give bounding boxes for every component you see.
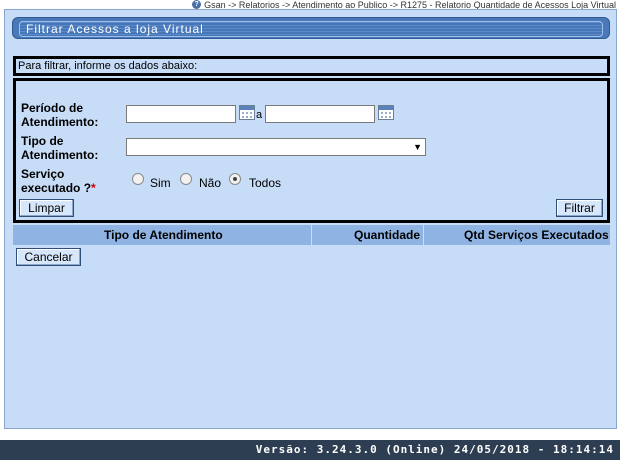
tipo-atendimento-select[interactable]: ▼ (126, 138, 426, 156)
required-mark: * (91, 181, 96, 195)
results-table-header: Tipo de Atendimento Quantidade Qtd Servi… (13, 225, 610, 245)
calendar-icon[interactable] (239, 105, 255, 120)
radio-todos-label: Todos (249, 176, 282, 190)
column-divider (423, 225, 424, 245)
radio-nao-label: Não (199, 176, 222, 190)
column-qtd-servicos: Qtd Serviços Executados (464, 228, 609, 242)
periodo-inicio-input[interactable] (126, 105, 236, 123)
periodo-label-line2: Atendimento: (21, 115, 99, 129)
radio-todos[interactable] (229, 173, 241, 185)
radio-sim-label: Sim (150, 176, 171, 190)
window-title-bar: Filtrar Acessos a loja Virtual (12, 17, 610, 39)
help-icon[interactable]: ? (192, 0, 202, 9)
periodo-label: Período de Atendimento: (21, 101, 98, 129)
calendar-icon[interactable] (378, 105, 394, 120)
tipo-label-line2: Atendimento: (21, 148, 99, 162)
page-title: Filtrar Acessos a loja Virtual (26, 22, 204, 36)
column-quantidade: Quantidade (354, 228, 421, 242)
radio-sim[interactable] (132, 173, 144, 185)
periodo-fim-input[interactable] (265, 105, 375, 123)
footer-bar: Versão: 3.24.3.0 (Online) 24/05/2018 - 1… (0, 440, 620, 460)
version-text: Versão: 3.24.3.0 (Online) 24/05/2018 - 1… (255, 443, 614, 456)
dropdown-arrow-icon[interactable]: ▼ (413, 141, 422, 153)
filter-hint-text: Para filtrar, informe os dados abaixo: (18, 60, 198, 72)
tipo-label: Tipo de Atendimento: (21, 134, 98, 162)
servico-label-line1: Serviço (21, 167, 65, 181)
column-divider (311, 225, 312, 245)
radio-nao[interactable] (180, 173, 192, 185)
periodo-label-line1: Período de (21, 101, 84, 115)
periodo-separator: a (256, 109, 263, 121)
filter-form: Período de Atendimento: a Tipo de Atendi… (13, 78, 610, 223)
servico-label-line2: executado ? (21, 181, 92, 195)
tipo-label-line1: Tipo de (21, 134, 64, 148)
column-tipo-atendimento: Tipo de Atendimento (104, 228, 223, 242)
limpar-button[interactable]: Limpar (19, 199, 74, 217)
filter-hint: Para filtrar, informe os dados abaixo: (13, 56, 610, 76)
servico-label: Serviço executado ?* (21, 167, 96, 195)
filtrar-button[interactable]: Filtrar (556, 199, 603, 217)
cancelar-button[interactable]: Cancelar (16, 248, 81, 266)
